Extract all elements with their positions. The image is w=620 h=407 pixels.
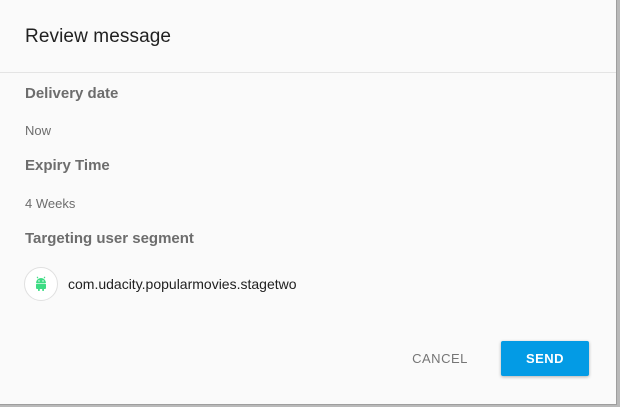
delivery-date-value: Now [25,123,52,138]
segment-name: com.udacity.popularmovies.stagetwo [68,276,297,292]
dialog-title: Review message [25,26,172,47]
send-button[interactable]: SEND [501,341,589,376]
user-segment-chip: com.udacity.popularmovies.stagetwo [24,265,297,303]
title-divider [0,72,616,73]
delivery-date-label: Delivery date [25,85,119,102]
expiry-time-value: 4 Weeks [25,196,76,211]
targeting-segment-label: Targeting user segment [25,230,194,247]
cancel-button[interactable]: CANCEL [402,341,478,375]
expiry-time-label: Expiry Time [25,157,110,174]
segment-avatar [24,267,58,301]
review-message-dialog: Review message Delivery date Now Expiry … [0,0,617,405]
android-icon [36,276,46,291]
